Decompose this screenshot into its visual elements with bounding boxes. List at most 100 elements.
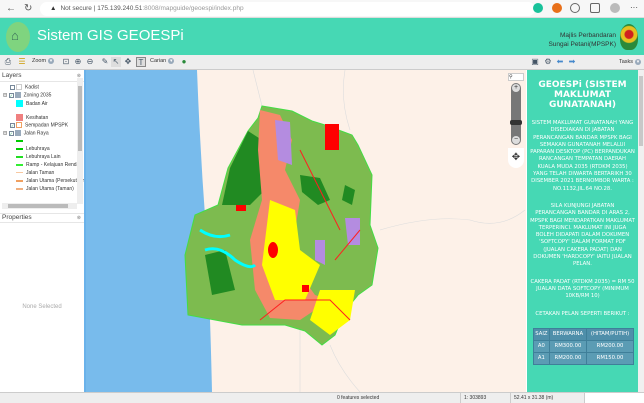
- legend-item: Jalan Utama (Taman): [16, 186, 74, 193]
- table-row: A0 RM300.00 RM200.00: [533, 339, 634, 353]
- print-icon[interactable]: ⎙: [3, 57, 13, 67]
- checkbox[interactable]: ✓: [8, 92, 14, 98]
- checkbox[interactable]: [10, 84, 15, 90]
- extension-icon[interactable]: [570, 3, 580, 13]
- back-icon[interactable]: ←: [6, 3, 16, 14]
- app-title: Sistem GIS GEOESPi: [37, 27, 184, 44]
- zoom-out-icon[interactable]: ⊖: [85, 57, 95, 67]
- legend-swatch: [16, 163, 23, 166]
- zoom-out-button[interactable]: −: [512, 136, 520, 144]
- cell: A0: [533, 339, 550, 353]
- pan-icon[interactable]: ✥: [123, 57, 133, 67]
- info-panel: GEOESPi (SISTEM MAKLUMAT GUNATANAH) SIST…: [527, 70, 638, 392]
- cell: RM300.00: [548, 339, 588, 353]
- properties-header: Properties ⊗: [0, 213, 84, 223]
- cell: RM200.00: [548, 351, 588, 365]
- zoom-slider[interactable]: ⚲ + − ✥: [508, 73, 524, 173]
- warning-icon: ▲: [50, 5, 57, 12]
- institution-zone: [268, 242, 278, 258]
- properties-empty-text: None Selected: [22, 304, 62, 310]
- url-path: :8008/mapguide/geoespi/index.php: [142, 5, 244, 12]
- layer-item[interactable]: Kadist: [10, 84, 39, 91]
- task-home-icon[interactable]: ▣: [530, 57, 540, 67]
- pin-icon[interactable]: ⊗: [77, 215, 81, 221]
- globe-icon[interactable]: ●: [179, 57, 189, 67]
- legend-label: Lebuhraya: [26, 146, 50, 152]
- profile-avatar[interactable]: [610, 3, 620, 13]
- search-icon[interactable]: ⚲: [508, 73, 524, 81]
- layer-group[interactable]: ⊟ ✓ Jalan Raya: [3, 130, 49, 137]
- layer-label: Kadist: [25, 84, 39, 91]
- search-menu[interactable]: Carian ▾: [150, 58, 175, 64]
- checkbox[interactable]: ✓: [10, 122, 15, 128]
- home-button[interactable]: ⌂: [6, 22, 30, 52]
- cell: A1: [533, 351, 550, 365]
- forward-arrow-icon[interactable]: ➡: [567, 57, 577, 67]
- institution-zone: [236, 205, 246, 211]
- layers-vertical-scrollbar[interactable]: [77, 78, 83, 204]
- cell: RM150.00: [586, 351, 634, 365]
- pan-control-icon[interactable]: ✥: [508, 148, 524, 168]
- zoom-thumb[interactable]: [510, 120, 522, 125]
- legend-label: Jalan Taman: [26, 170, 55, 176]
- select-icon[interactable]: ↖: [111, 57, 121, 67]
- institution-zone: [325, 124, 339, 150]
- layers-header: Layers ⊗: [0, 72, 84, 82]
- info-paragraph: CETAKAN PELAN SEPERTI BERIKUT :: [535, 310, 630, 317]
- layers-horizontal-scrollbar[interactable]: [2, 203, 77, 209]
- info-scrollbar[interactable]: [638, 70, 644, 392]
- zoom-extent-icon[interactable]: ⊡: [61, 57, 71, 67]
- selection-status: 0 features selected: [337, 395, 380, 401]
- council-crest-logo: [620, 24, 638, 50]
- legend-item: Badan Air: [16, 100, 48, 108]
- info-paragraph: SILA KUNJUNGI JABATAN PERANCANGAN BANDAR…: [530, 202, 635, 268]
- checkbox[interactable]: ✓: [8, 130, 14, 136]
- status-blank-field: [584, 393, 644, 403]
- council-line1: Majlis Perbandaran: [559, 32, 616, 39]
- zoom-in-icon[interactable]: ⊕: [73, 57, 83, 67]
- size-readout: 52.41 x 31.38 (m): [510, 393, 553, 403]
- collections-icon[interactable]: [590, 3, 600, 13]
- group-icon: [14, 92, 21, 98]
- legend-item: Kesihatan: [16, 114, 48, 122]
- back-arrow-icon[interactable]: ⬅: [555, 57, 565, 67]
- measure-icon[interactable]: ✎: [100, 57, 110, 67]
- legend-swatch: [16, 155, 23, 158]
- legend-swatch: [16, 179, 23, 182]
- search-label: Carian: [150, 58, 167, 64]
- more-icon[interactable]: ···: [630, 3, 638, 12]
- text-tool-icon[interactable]: T: [136, 57, 146, 67]
- extension-icon[interactable]: [552, 3, 562, 13]
- extension-icon[interactable]: [533, 3, 543, 13]
- info-paragraph: SISTEM MAKLUMAT GUNATANAH YANG DISEDIAKA…: [530, 120, 635, 192]
- reload-icon[interactable]: ↻: [24, 3, 32, 14]
- tasks-label: Tasks: [619, 59, 634, 65]
- legend-item: Ramp - Kelajuan Rendah: [16, 162, 82, 169]
- zoom-in-button[interactable]: +: [512, 84, 520, 92]
- legend-swatch: [16, 147, 23, 150]
- layer-label: Zoning 2035: [23, 92, 52, 99]
- tasks-menu[interactable]: Tasks ▾: [619, 59, 642, 65]
- legend-label: Badan Air: [26, 100, 48, 107]
- scale-readout: 1: 303893: [460, 393, 486, 403]
- task-toolbar: ▣ ⚙ ⬅ ➡ Tasks ▾: [527, 55, 644, 70]
- zoom-menu[interactable]: Zoom ▾: [32, 58, 55, 64]
- legend-label: Jalan Utama (Taman): [26, 186, 74, 192]
- layer-group[interactable]: ⊟ ✓ Zoning 2035: [3, 92, 51, 99]
- council-line2: Sungai Petani(MPSPK): [548, 41, 616, 48]
- browser-bar: ← ↻ ▲ Not secure | 175.139.240.51:8008/ma…: [0, 0, 644, 18]
- chevron-down-icon: ▾: [48, 58, 55, 64]
- legend-icon[interactable]: ☰: [17, 57, 27, 67]
- map-canvas[interactable]: [86, 70, 526, 392]
- settings-icon[interactable]: ⚙: [543, 57, 553, 67]
- legend-swatch: [16, 100, 23, 107]
- left-panel: Layers ⊗ Kadist ⊟ ✓ Zoning 2035 Badan Air …: [0, 70, 87, 392]
- properties-title: Properties: [2, 214, 32, 221]
- home-icon: ⌂: [11, 28, 19, 43]
- chevron-down-icon: ▾: [168, 58, 175, 64]
- cell: RM200.00: [586, 339, 634, 353]
- layer-item[interactable]: ✓ Sempadan MPSPK: [10, 122, 68, 129]
- security-label: Not secure: [60, 5, 92, 12]
- address-bar[interactable]: ▲ Not secure | 175.139.240.51:8008/mapgui…: [40, 2, 535, 16]
- table-row: A1 RM200.00 RM150.00: [533, 351, 634, 365]
